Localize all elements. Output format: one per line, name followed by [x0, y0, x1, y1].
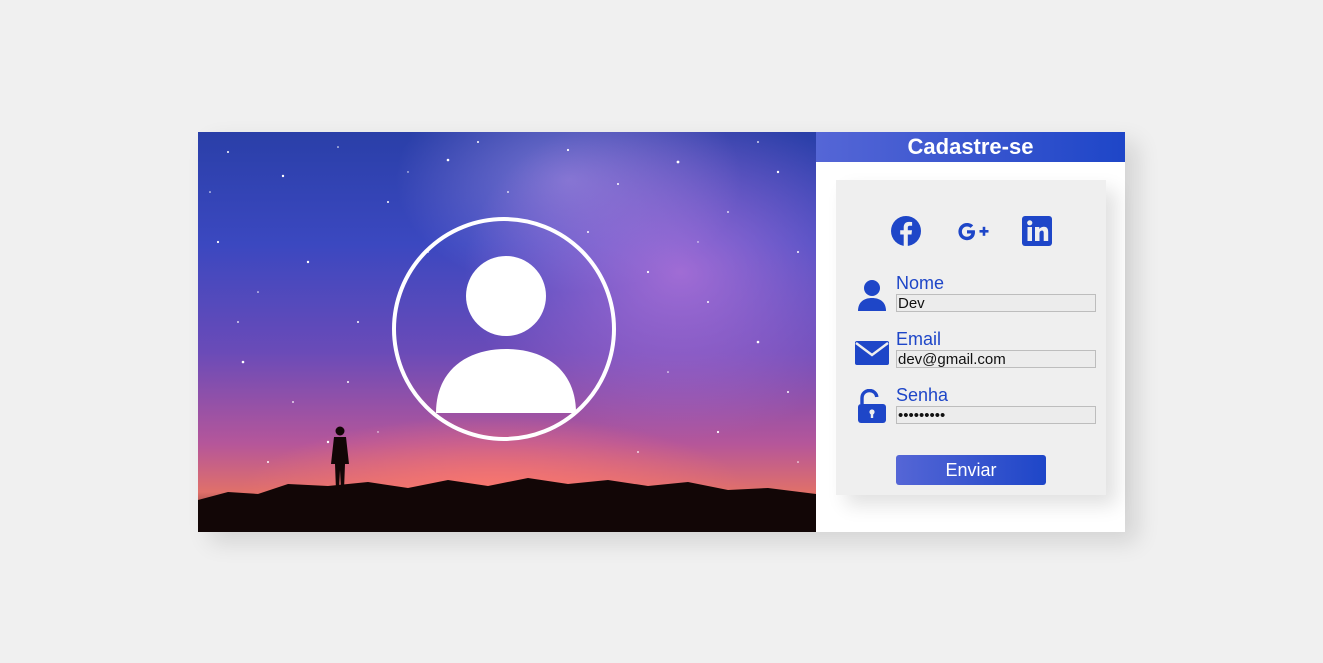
facebook-icon[interactable]: [889, 214, 923, 248]
person-silhouette: [331, 426, 349, 490]
nome-label: Nome: [896, 273, 945, 293]
envelope-icon: [855, 341, 889, 365]
senha-label: Senha: [896, 385, 949, 405]
email-field-group: Email: [836, 329, 1106, 369]
user-icon: [858, 280, 886, 311]
hero-image: [198, 132, 816, 532]
nome-field-group: Nome: [836, 273, 1106, 313]
avatar: [392, 217, 616, 441]
user-avatar-icon: [436, 256, 576, 413]
google-plus-icon[interactable]: [954, 214, 989, 248]
submit-button[interactable]: Enviar: [896, 455, 1046, 485]
social-login-buttons: [836, 214, 1106, 248]
unlock-icon: [858, 389, 886, 423]
page-title: Cadastre-se: [816, 132, 1125, 162]
signup-card: Cadastre-se Nome Dev Email dev@gmail.com…: [198, 132, 1125, 532]
email-input[interactable]: [896, 350, 1096, 368]
linkedin-icon[interactable]: [1020, 214, 1054, 248]
senha-field-group: Senha: [836, 385, 1106, 425]
signup-form: Nome Email Senha: [836, 180, 1106, 495]
signup-panel: Cadastre-se Nome Dev Email dev@gmail.com…: [816, 132, 1125, 532]
senha-input[interactable]: [896, 406, 1096, 424]
nome-input[interactable]: [896, 294, 1096, 312]
email-label: Email: [896, 329, 942, 349]
